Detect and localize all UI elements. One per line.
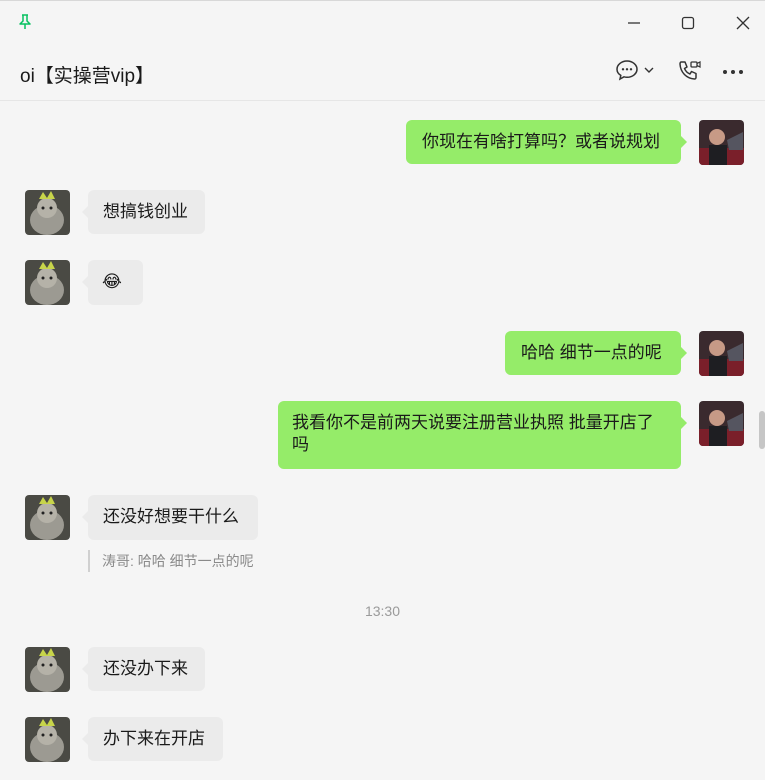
chevron-down-icon[interactable] [644,66,654,74]
message-text: 还没办下来 [103,659,188,678]
message-bubble-outgoing[interactable]: 我看你不是前两天说要注册营业执照 批量开店了吗 [278,401,687,469]
phone-video-icon[interactable] [677,59,701,81]
pin-icon[interactable] [16,13,34,31]
minimize-icon[interactable] [622,11,646,35]
message-text: 你现在有啥打算吗？或者说规划 [422,132,660,151]
message-bubble-incoming[interactable]: 办下来在开店 [82,717,223,761]
avatar-contact[interactable] [25,260,70,305]
avatar-contact[interactable] [25,190,70,235]
scrollbar-thumb[interactable] [759,411,765,449]
maximize-icon[interactable] [676,11,700,35]
chat-window: oi【实操营vip】 你现在有啥打算吗？或者说规划 想搞钱创业 😂 哈哈 细节一… [0,0,765,780]
message-text: 哈哈 细节一点的呢 [521,343,662,362]
chat-title: oi【实操营vip】 [20,66,155,87]
message-bubble-outgoing[interactable]: 哈哈 细节一点的呢 [505,331,687,375]
avatar-contact[interactable] [25,647,70,692]
avatar-self[interactable] [699,120,744,165]
avatar-contact[interactable] [25,717,70,762]
message-bubble-incoming[interactable]: 😂 [82,260,143,305]
chat-header: oi【实操营vip】 [0,41,765,101]
message-text: 还没好想要干什么 [103,507,239,526]
more-icon[interactable] [722,69,744,75]
message-text: 办下来在开店 [103,729,205,748]
message-bubble-incoming[interactable]: 想搞钱创业 [82,190,205,234]
quote-text: 涛哥: 哈哈 细节一点的呢 [102,553,254,569]
avatar-self[interactable] [699,401,744,446]
message-text: 我看你不是前两天说要注册营业执照 批量开店了吗 [292,413,654,454]
message-bubble-outgoing[interactable]: 你现在有啥打算吗？或者说规划 [406,120,687,164]
message-bubble-incoming[interactable]: 还没办下来 [82,647,205,691]
quoted-reply[interactable]: 涛哥: 哈哈 细节一点的呢 [88,550,254,572]
chat-bubble-icon[interactable] [615,59,639,81]
close-icon[interactable] [731,11,755,35]
avatar-self[interactable] [699,331,744,376]
avatar-contact[interactable] [25,495,70,540]
message-bubble-incoming[interactable]: 还没好想要干什么 [82,495,258,540]
message-text: 想搞钱创业 [103,202,188,221]
title-bar [0,1,765,41]
timestamp: 13:30 [364,603,401,619]
emoji-laughing-icon: 😂 [102,272,122,291]
